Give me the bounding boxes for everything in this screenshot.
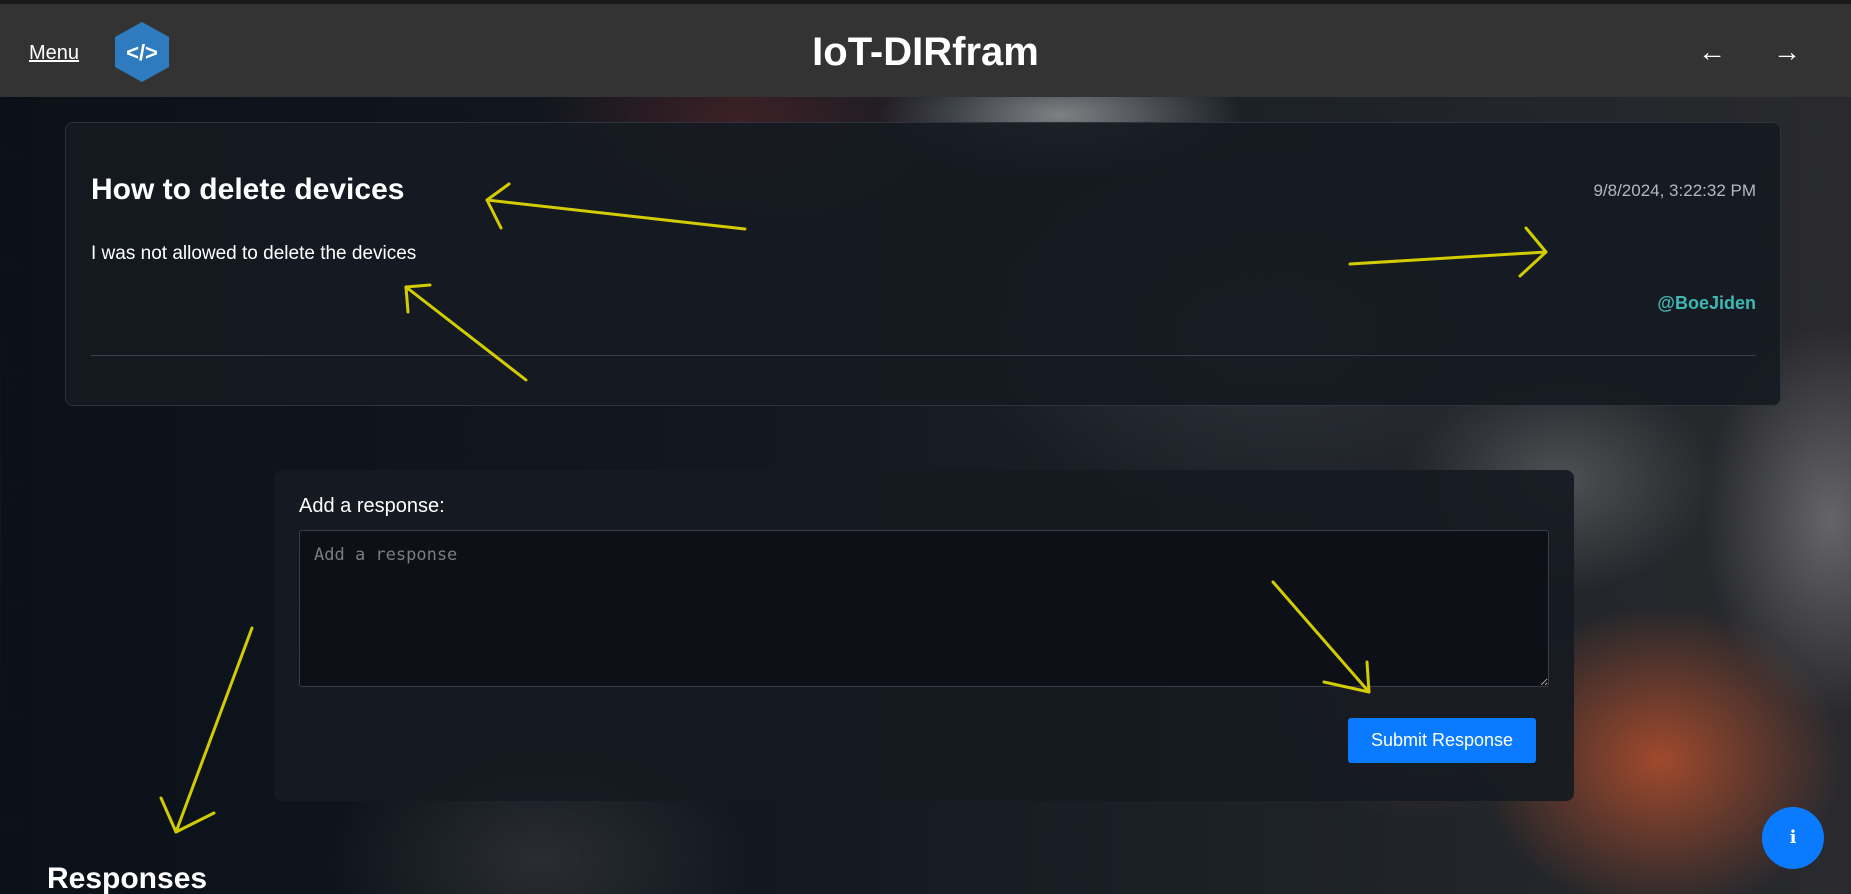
submit-response-button[interactable]: Submit Response xyxy=(1348,718,1536,763)
post-divider xyxy=(91,355,1756,356)
post-body: I was not allowed to delete the devices xyxy=(91,243,417,264)
response-form: Add a response: Submit Response xyxy=(274,470,1574,801)
top-navbar: Menu </> IoT-DIRfram ← → xyxy=(0,0,1851,97)
responses-heading: Responses xyxy=(47,862,208,894)
response-input[interactable] xyxy=(299,530,1549,687)
app-title: IoT-DIRfram xyxy=(812,30,1039,74)
back-arrow-icon[interactable]: ← xyxy=(1698,36,1726,68)
response-label: Add a response: xyxy=(299,495,445,517)
post-title: How to delete devices xyxy=(91,173,405,206)
post-timestamp: 9/8/2024, 3:22:32 PM xyxy=(1593,181,1756,200)
post-author[interactable]: @BoeJiden xyxy=(1657,293,1756,314)
menu-link[interactable]: Menu xyxy=(29,42,79,65)
post-card: How to delete devices 9/8/2024, 3:22:32 … xyxy=(65,122,1781,406)
info-icon[interactable]: i xyxy=(1762,807,1824,869)
forward-arrow-icon[interactable]: → xyxy=(1773,36,1801,68)
annotation-arrow-responses xyxy=(159,626,254,834)
logo-glyph: </> xyxy=(126,40,158,65)
code-brackets-icon[interactable]: </> xyxy=(112,20,172,84)
app-title-wrapper: IoT-DIRfram xyxy=(0,30,1851,75)
